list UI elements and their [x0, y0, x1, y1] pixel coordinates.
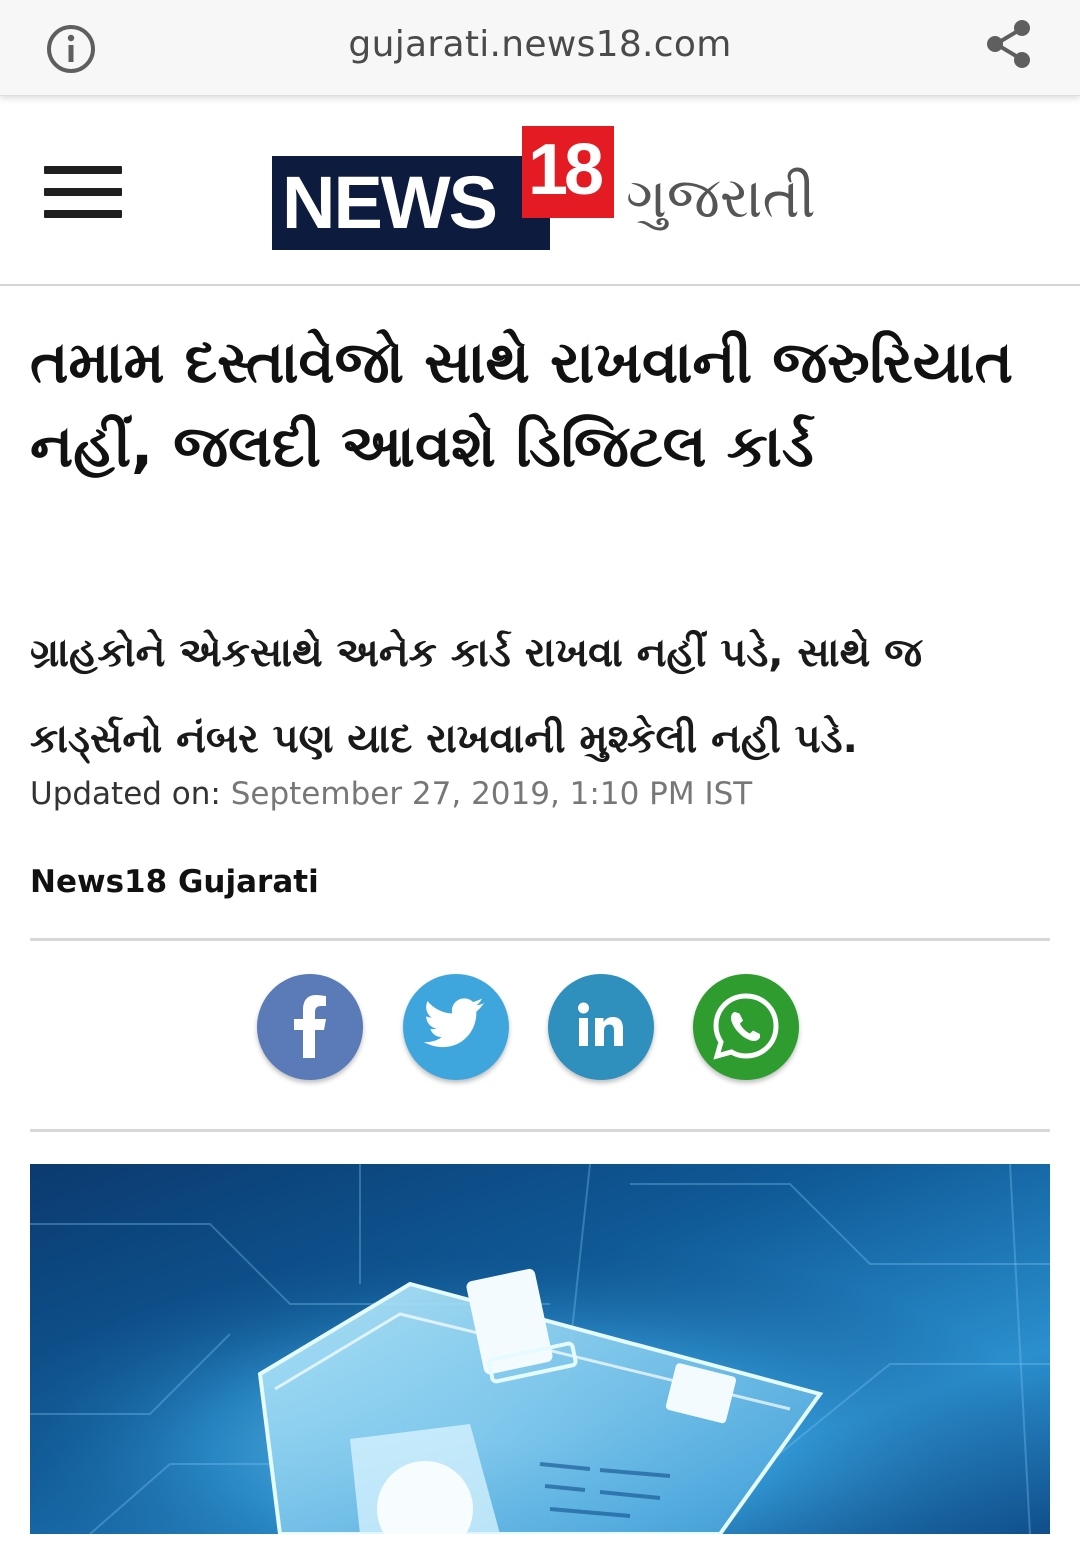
logo-language-text: ગુજરાતી — [626, 166, 816, 231]
facebook-share-button[interactable] — [257, 974, 363, 1080]
url-text[interactable]: gujarati.news18.com — [0, 24, 1080, 65]
facebook-icon — [294, 995, 326, 1058]
hamburger-menu-icon[interactable] — [44, 166, 122, 218]
updated-timestamp: Updated on: September 27, 2019, 1:10 PM … — [30, 776, 752, 812]
article-author[interactable]: News18 Gujarati — [30, 864, 319, 900]
news18-gujarati-logo[interactable]: NEWS 18 ગુજરાતી — [270, 126, 830, 256]
share-icon[interactable] — [984, 18, 1034, 70]
logo-news-text: NEWS — [282, 161, 498, 244]
browser-toolbar: gujarati.news18.com — [0, 0, 1080, 96]
whatsapp-icon — [713, 993, 779, 1060]
twitter-icon — [423, 998, 485, 1048]
linkedin-icon — [578, 1002, 623, 1046]
linkedin-share-button[interactable] — [548, 974, 654, 1080]
article-headline: તમામ દસ્તાવેજો સાથે રાખવાની જરુરિયાત નહી… — [30, 328, 1013, 480]
updated-label: Updated on: — [30, 776, 221, 812]
digital-card-illustration — [30, 1164, 1050, 1534]
twitter-share-button[interactable] — [403, 974, 509, 1080]
updated-date: September 27, 2019, 1:10 PM IST — [230, 776, 753, 812]
divider — [30, 938, 1050, 941]
article-hero-image[interactable] — [30, 1164, 1050, 1534]
divider — [30, 1129, 1050, 1132]
share-buttons — [0, 974, 1080, 1080]
article-subheadline: ગ્રાહકોને એકસાથે અનેક કાર્ડ રાખવા નહીં પ… — [30, 630, 923, 762]
site-header: NEWS 18 ગુજરાતી — [0, 96, 1080, 286]
whatsapp-share-button[interactable] — [693, 974, 799, 1080]
logo-18-text: 18 — [528, 130, 604, 210]
